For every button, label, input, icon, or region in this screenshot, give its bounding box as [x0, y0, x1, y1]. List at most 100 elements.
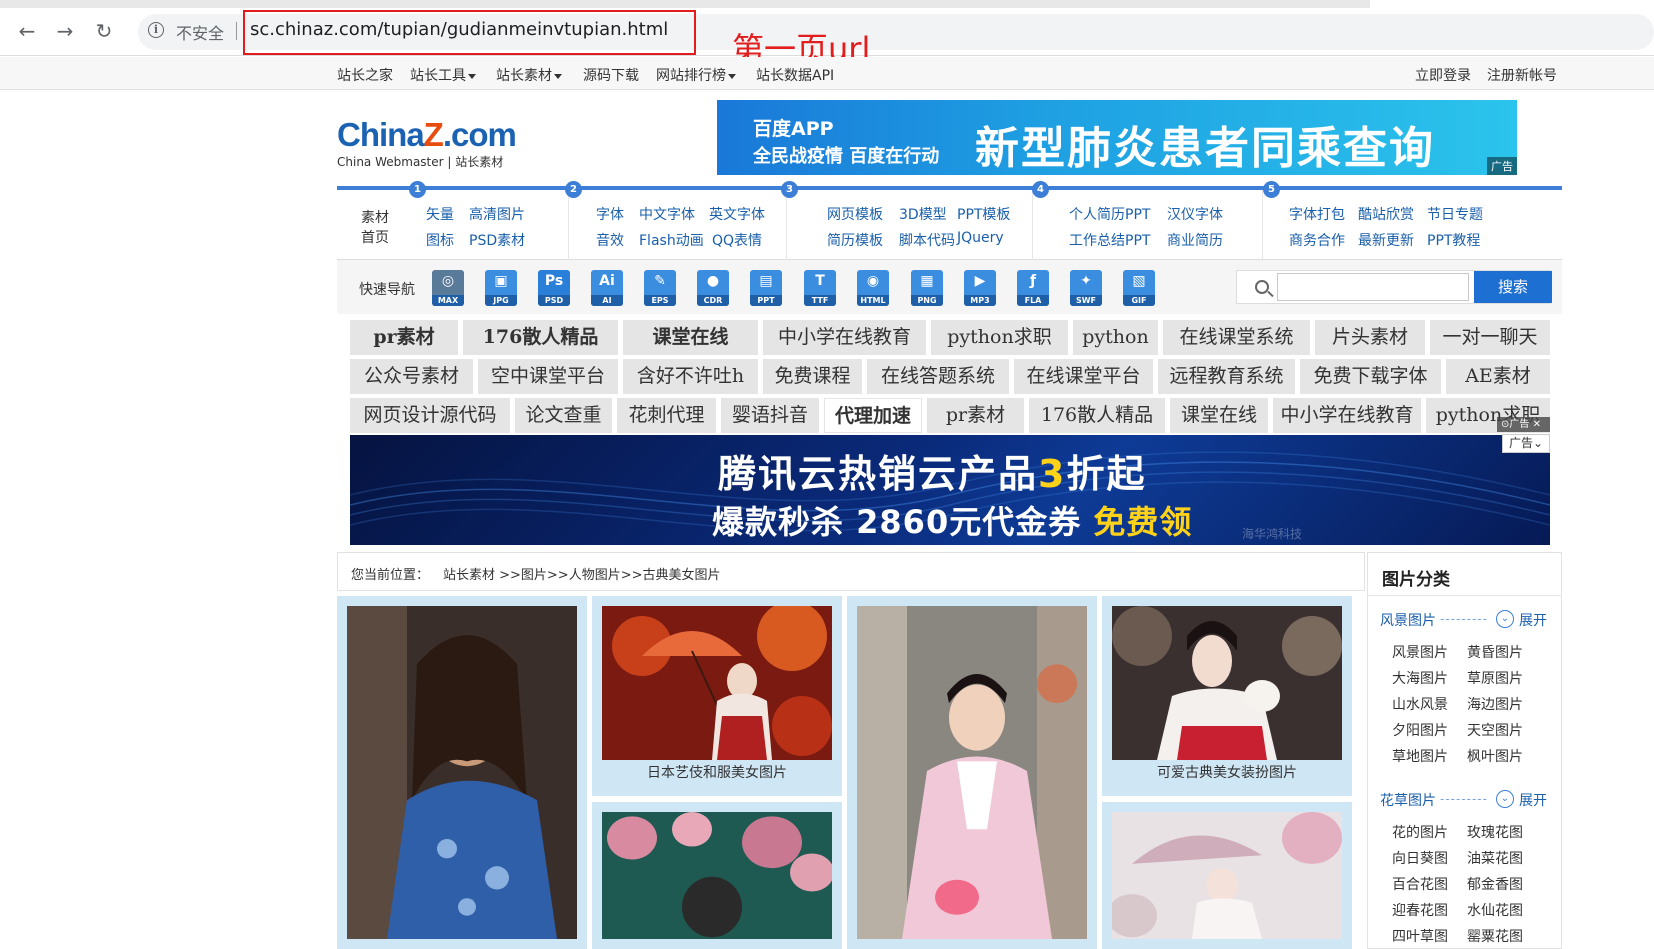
search-button[interactable]: 搜索	[1474, 271, 1552, 303]
sidebar-item[interactable]: 枫叶图片	[1467, 746, 1523, 766]
topbar-link[interactable]: 站长工具	[410, 65, 476, 85]
topbar-link[interactable]: 站长素材	[496, 65, 562, 85]
ttf-file-icon[interactable]: T TTF	[804, 270, 836, 306]
ppt-file-icon[interactable]: ▤ PPT	[750, 270, 782, 306]
breadcrumb-path[interactable]: 站长素材 >>图片>>人物图片>>古典美女图片	[443, 564, 721, 583]
png-file-icon[interactable]: ▦ PNG	[911, 270, 943, 306]
swf-file-icon[interactable]: ✦ SWF	[1070, 270, 1102, 306]
jpg-file-icon[interactable]: ▣ JPG	[485, 270, 517, 306]
category-link[interactable]: 工作总结PPT	[1069, 230, 1150, 250]
ai-file-icon[interactable]: Ai AI	[591, 270, 623, 306]
keyword-link[interactable]: 片头素材	[1315, 320, 1425, 355]
sidebar-item[interactable]: 夕阳图片	[1392, 720, 1448, 740]
keyword-link[interactable]: 一对一聊天	[1430, 320, 1550, 355]
category-link[interactable]: 商务合作	[1289, 230, 1345, 250]
sidebar-item[interactable]: 迎春花图	[1392, 900, 1448, 920]
sidebar-item[interactable]: 海边图片	[1467, 694, 1523, 714]
keyword-link[interactable]: 课堂在线	[1170, 398, 1268, 433]
keyword-link[interactable]: pr素材	[350, 320, 458, 355]
keyword-link[interactable]: python求职	[931, 320, 1068, 355]
image-caption[interactable]: 日本艺伎和服美女图片	[592, 762, 842, 782]
category-link[interactable]: 个人简历PPT	[1069, 204, 1150, 224]
sidebar-item[interactable]: 花的图片	[1392, 822, 1448, 842]
cdr-file-icon[interactable]: ● CDR	[697, 270, 729, 306]
cloud-ad-banner[interactable]: 腾讯云热销云产品3折起 爆款秒杀 2860元代金券 免费领 海华鸿科技	[350, 435, 1550, 545]
keyword-link[interactable]: 婴语抖音	[721, 398, 819, 433]
sidebar-item[interactable]: 油菜花图	[1467, 848, 1523, 868]
login-link[interactable]: 立即登录	[1415, 65, 1471, 85]
expand-link[interactable]: 展开	[1519, 610, 1547, 630]
expand-link[interactable]: 展开	[1519, 790, 1547, 810]
keyword-link[interactable]: 含好不许吐h	[623, 359, 758, 394]
category-link[interactable]: 矢量	[426, 204, 454, 224]
top-ad-banner[interactable]: 百度APP 全民战疫情 百度在行动 新型肺炎患者同乘查询 广告	[717, 100, 1517, 175]
image-caption[interactable]: 可爱古典美女装扮图片	[1102, 762, 1352, 782]
sidebar-item[interactable]: 草地图片	[1392, 746, 1448, 766]
keyword-link[interactable]: 中小学在线教育	[1273, 398, 1421, 433]
home-link[interactable]: 素材 首页	[361, 208, 389, 248]
category-link[interactable]: 音效	[596, 230, 624, 250]
keyword-link[interactable]: 在线答题系统	[867, 359, 1009, 394]
sidebar-item[interactable]: 罂粟花图	[1467, 926, 1523, 946]
category-link[interactable]: 高清图片	[469, 204, 525, 224]
keyword-link[interactable]: 网页设计源代码	[350, 398, 510, 433]
sidebar-item[interactable]: 郁金香图	[1467, 874, 1523, 894]
sidebar-item[interactable]: 草原图片	[1467, 668, 1523, 688]
keyword-link[interactable]: 176散人精品	[1029, 398, 1165, 433]
keyword-link[interactable]: 免费课程	[763, 359, 862, 394]
category-link[interactable]: 脚本代码	[899, 230, 955, 250]
eps-file-icon[interactable]: ✎ EPS	[644, 270, 676, 306]
category-link[interactable]: 汉仪字体	[1167, 204, 1223, 224]
category-link[interactable]: 字体打包	[1289, 204, 1345, 224]
category-link[interactable]: PPT模板	[957, 204, 1010, 224]
category-link[interactable]: Flash动画	[639, 230, 704, 250]
back-arrow-icon[interactable]: ←	[16, 20, 38, 42]
sidebar-section-title[interactable]: 风景图片	[1380, 610, 1436, 630]
forward-arrow-icon[interactable]: →	[54, 20, 76, 42]
fla-file-icon[interactable]: ƒ FLA	[1017, 270, 1049, 306]
mp3-file-icon[interactable]: ▶ MP3	[964, 270, 996, 306]
chevron-down-icon[interactable]: ⌄	[1496, 610, 1514, 628]
keyword-link[interactable]: 中小学在线教育	[763, 320, 926, 355]
keyword-link[interactable]: 花刺代理	[617, 398, 716, 433]
sidebar-section-title[interactable]: 花草图片	[1380, 790, 1436, 810]
chevron-down-icon[interactable]: ⌄	[1496, 790, 1514, 808]
topbar-link[interactable]: 站长之家	[337, 65, 393, 85]
register-link[interactable]: 注册新帐号	[1487, 65, 1557, 85]
sidebar-item[interactable]: 风景图片	[1392, 642, 1448, 662]
category-link[interactable]: 商业简历	[1167, 230, 1223, 250]
keyword-link[interactable]: 176散人精品	[463, 320, 618, 355]
category-link[interactable]: 3D模型	[899, 204, 947, 224]
image-card[interactable]: 可爱古典美女装扮图片	[1102, 596, 1352, 796]
sidebar-item[interactable]: 山水风景	[1392, 694, 1448, 714]
sidebar-item[interactable]: 百合花图	[1392, 874, 1448, 894]
info-icon[interactable]: i	[148, 22, 164, 38]
category-link[interactable]: 最新更新	[1358, 230, 1414, 250]
topbar-link[interactable]: 源码下载	[583, 65, 639, 85]
category-link[interactable]: PSD素材	[469, 230, 525, 250]
image-card[interactable]	[1102, 802, 1352, 949]
image-card[interactable]	[847, 596, 1097, 949]
category-link[interactable]: 节日专题	[1427, 204, 1483, 224]
gif-file-icon[interactable]: ▧ GIF	[1123, 270, 1155, 306]
psd-file-icon[interactable]: Ps PSD	[538, 270, 570, 306]
sidebar-item[interactable]: 向日葵图	[1392, 848, 1448, 868]
site-logo[interactable]: ChinaZ.com China Webmaster | 站长素材	[337, 118, 542, 174]
category-link[interactable]: 英文字体	[709, 204, 765, 224]
topbar-link[interactable]: 站长数据API	[756, 65, 834, 85]
category-link[interactable]: PPT教程	[1427, 230, 1480, 250]
reload-icon[interactable]: ↻	[93, 20, 115, 42]
keyword-link[interactable]: python	[1073, 320, 1158, 355]
keyword-link[interactable]: 论文查重	[515, 398, 612, 433]
keyword-link[interactable]: 在线课堂平台	[1014, 359, 1153, 394]
insecure-label[interactable]: 不安全	[176, 20, 224, 44]
category-link[interactable]: JQuery	[957, 230, 1004, 246]
image-card[interactable]: 日本艺伎和服美女图片	[592, 596, 842, 796]
sidebar-item[interactable]: 天空图片	[1467, 720, 1523, 740]
keyword-link[interactable]: 公众号素材	[350, 359, 473, 394]
ad-tag-dropdown[interactable]: 广告⌄	[1502, 434, 1550, 453]
keyword-link[interactable]: 免费下载字体	[1300, 359, 1441, 394]
sidebar-item[interactable]: 玫瑰花图	[1467, 822, 1523, 842]
keyword-link[interactable]: 代理加速	[824, 398, 922, 433]
category-link[interactable]: 字体	[596, 204, 624, 224]
